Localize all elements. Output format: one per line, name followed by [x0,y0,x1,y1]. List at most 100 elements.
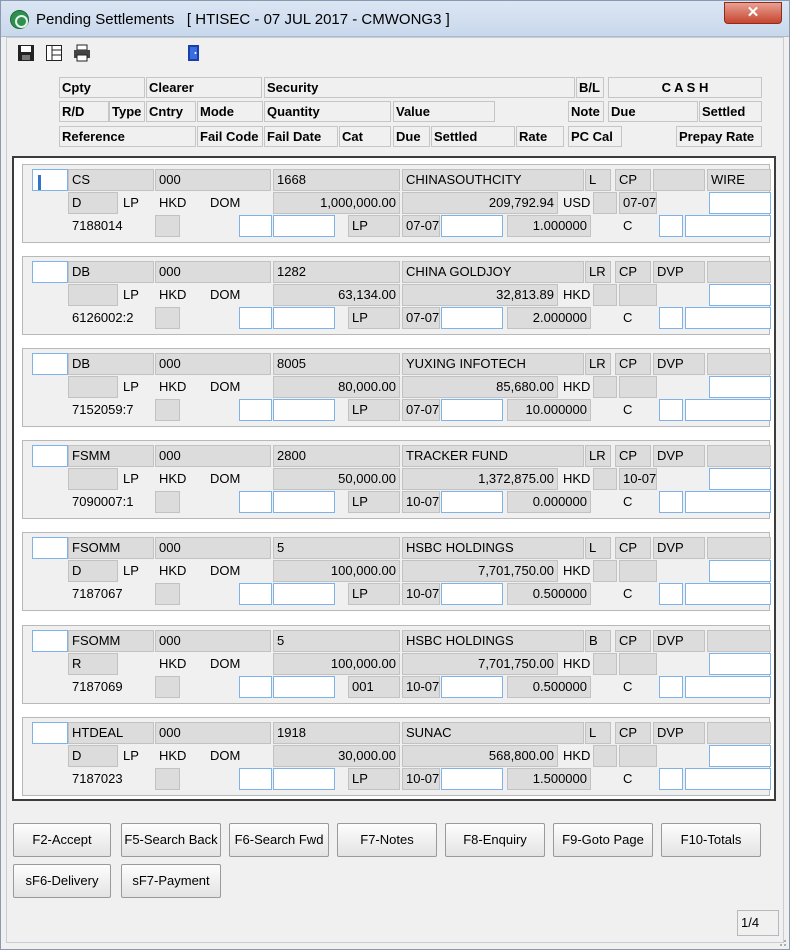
pccal-input[interactable] [659,307,683,329]
prepay-rate-input[interactable] [685,583,771,605]
rd-field: D [68,192,118,214]
mode-field: DOM [210,656,241,671]
sel-box[interactable] [32,353,68,375]
settlement-record-list: CS 000 1668 CHINASOUTHCITY L CP WIRE D LP HKD DOM 1… [12,156,776,801]
fail-code-input[interactable] [239,215,272,237]
sel-box[interactable] [32,169,68,191]
settled2-input[interactable] [441,399,503,421]
settlement-record[interactable]: HTDEAL 000 1918 SUNAC L CP DVP D LP HKD DOM 30,000.… [22,717,771,796]
f7-notes-button[interactable]: F7-Notes [337,823,437,857]
header-clearer: Clearer [146,77,262,98]
prepay-rate-input[interactable] [685,399,771,421]
settled-input[interactable] [709,653,771,675]
fail-code-input[interactable] [239,491,272,513]
settled2-input[interactable] [441,768,503,790]
settlement-record[interactable]: DB 000 8005 YUXING INFOTECH LR CP DVP LP HKD DOM 8… [22,348,771,427]
sel-box[interactable] [32,630,68,652]
sel-box[interactable] [32,445,68,467]
fail-date-input[interactable] [273,399,335,421]
header-mode: Mode [197,101,263,122]
fail-code-input[interactable] [239,676,272,698]
prepay-rate-input[interactable] [685,215,771,237]
pccal-input[interactable] [659,583,683,605]
reference-field: 7187023 [72,771,123,786]
settlement-record[interactable]: FSOMM 000 5 HSBC HOLDINGS B CP DVP R HKD DOM 100,0… [22,625,771,704]
settled2-input[interactable] [441,583,503,605]
settlement-record[interactable]: DB 000 1282 CHINA GOLDJOY LR CP DVP LP HKD DOM 63,… [22,256,771,335]
settled2-input[interactable] [441,676,503,698]
type-field: LP [123,379,139,394]
fail-date-input[interactable] [273,307,335,329]
pccal-input[interactable] [659,491,683,513]
f10-totals-button[interactable]: F10-Totals [661,823,761,857]
header-fail-code: Fail Code [197,126,263,147]
header-quantity: Quantity [264,101,391,122]
settled-input[interactable] [709,376,771,398]
sf7-payment-button[interactable]: sF7-Payment [121,864,221,898]
cntry-field: HKD [159,656,187,671]
type-field [119,653,155,675]
settlement-record[interactable]: FSMM 000 2800 TRACKER FUND LR CP DVP LP HKD DOM 50… [22,440,771,519]
settled2-input[interactable] [441,215,503,237]
col13-field: DVP [653,630,705,652]
fail-date-input[interactable] [273,215,335,237]
prepay-rate-input[interactable] [685,307,771,329]
fail-code-input[interactable] [239,583,272,605]
header-security: Security [264,77,575,98]
exit-door-icon[interactable] [185,44,203,62]
f5-search-back-button[interactable]: F5-Search Back [121,823,221,857]
f6-search-fwd-button[interactable]: F6-Search Fwd [229,823,329,857]
settlement-record[interactable]: FSOMM 000 5 HSBC HOLDINGS L CP DVP D LP HKD DOM 100… [22,532,771,611]
fail-date-input[interactable] [273,676,335,698]
rd-field [68,284,118,306]
close-button[interactable]: ✕ [724,2,782,24]
save-icon[interactable] [17,44,35,62]
sel-box[interactable] [32,261,68,283]
sf6-delivery-button[interactable]: sF6-Delivery [13,864,111,898]
pccal-input[interactable] [659,768,683,790]
settled2-input[interactable] [441,491,503,513]
fail-date-input[interactable] [273,491,335,513]
sel-box[interactable] [32,722,68,744]
fail-code-input[interactable] [239,307,272,329]
due2-field: 07-07 [402,399,440,421]
fail-code-blank [155,583,180,605]
settled-input[interactable] [709,745,771,767]
due2-field: 10-07 [402,768,440,790]
header-bl: B/L [576,77,604,98]
fail-date-input[interactable] [273,583,335,605]
clearer-field: 000 [155,261,271,283]
due2-field: 10-07 [402,676,440,698]
prepay-rate-input[interactable] [685,768,771,790]
col13-field: DVP [653,537,705,559]
pccal-input[interactable] [659,676,683,698]
settled-input[interactable] [709,284,771,306]
settled-input[interactable] [709,560,771,582]
note-field [593,192,617,214]
f2-accept-button[interactable]: F2-Accept [13,823,111,857]
cash-field [707,353,771,375]
header-prepay-rate: Prepay Rate [676,126,762,147]
prepay-rate-input[interactable] [685,491,771,513]
sel-box[interactable] [32,537,68,559]
due2-field: 07-07 [402,215,440,237]
settled-input[interactable] [709,192,771,214]
fail-code-input[interactable] [239,768,272,790]
security-name-field: TRACKER FUND [402,445,584,467]
settlement-record[interactable]: CS 000 1668 CHINASOUTHCITY L CP WIRE D LP HKD DOM 1… [22,164,771,243]
settled-input[interactable] [709,468,771,490]
pccal-input[interactable] [659,215,683,237]
layout-icon[interactable] [45,44,63,62]
clearer-field: 000 [155,353,271,375]
f9-goto-page-button[interactable]: F9-Goto Page [553,823,653,857]
f8-enquiry-button[interactable]: F8-Enquiry [445,823,545,857]
fail-date-input[interactable] [273,768,335,790]
fail-code-input[interactable] [239,399,272,421]
print-icon[interactable] [73,44,91,62]
prepay-rate-input[interactable] [685,676,771,698]
note-field [593,468,617,490]
pccal-input[interactable] [659,399,683,421]
settled2-input[interactable] [441,307,503,329]
fail-code-blank [155,676,180,698]
resize-grip-icon[interactable] [777,937,787,947]
